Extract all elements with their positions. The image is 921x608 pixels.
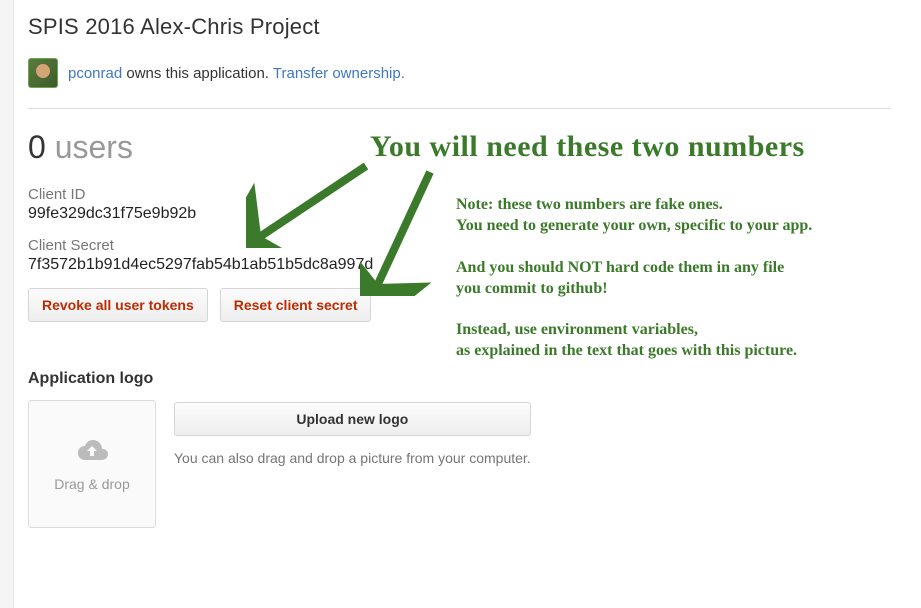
revoke-tokens-button[interactable]: Revoke all user tokens	[28, 288, 208, 322]
users-word: users	[55, 129, 133, 165]
divider	[28, 108, 891, 109]
client-id-value: 99fe329dc31f75e9b92b	[28, 205, 891, 223]
main-container: SPIS 2016 Alex-Chris Project pconrad own…	[0, 0, 921, 528]
owner-text: pconrad owns this application. Transfer …	[68, 65, 405, 82]
drop-label: Drag & drop	[54, 476, 129, 492]
client-secret-label: Client Secret	[28, 237, 891, 254]
users-heading: 0 users	[28, 129, 891, 166]
owns-text: owns this application.	[122, 65, 273, 82]
page-title: SPIS 2016 Alex-Chris Project	[28, 14, 891, 40]
client-id-label: Client ID	[28, 186, 891, 203]
button-row: Revoke all user tokens Reset client secr…	[28, 288, 891, 322]
client-secret-value: 7f3572b1b91d4ec5297fab54b1ab51b5dc8a997d	[28, 256, 891, 274]
app-logo-heading: Application logo	[28, 370, 891, 388]
avatar[interactable]	[28, 58, 58, 88]
owner-username-link[interactable]: pconrad	[68, 65, 122, 82]
owner-row: pconrad owns this application. Transfer …	[28, 58, 891, 88]
upload-column: Upload new logo You can also drag and dr…	[174, 400, 531, 466]
users-count: 0	[28, 129, 46, 165]
cloud-upload-icon	[74, 437, 110, 468]
upload-logo-button[interactable]: Upload new logo	[174, 402, 531, 436]
reset-secret-button[interactable]: Reset client secret	[220, 288, 372, 322]
logo-drop-zone[interactable]: Drag & drop	[28, 400, 156, 528]
upload-hint: You can also drag and drop a picture fro…	[174, 450, 531, 466]
transfer-ownership-link[interactable]: Transfer ownership.	[273, 65, 405, 82]
logo-row: Drag & drop Upload new logo You can also…	[28, 400, 891, 528]
